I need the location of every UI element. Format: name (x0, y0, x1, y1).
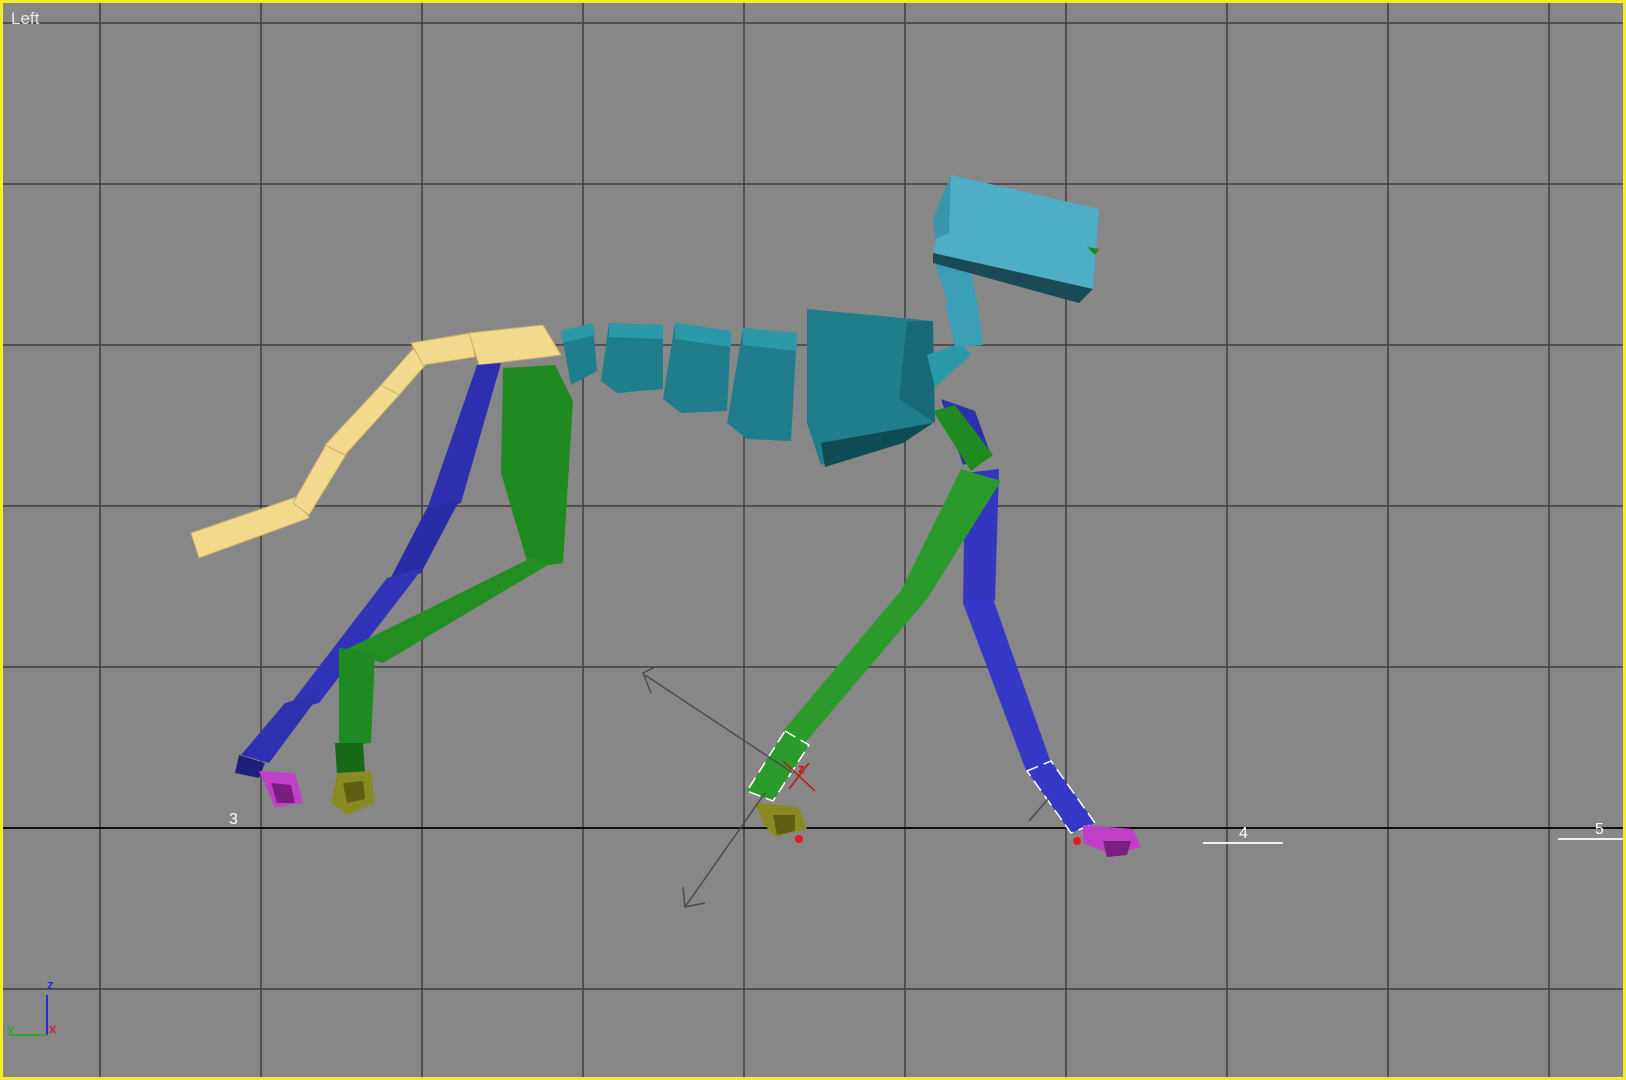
back-right-foot[interactable] (331, 771, 375, 815)
viewport-label[interactable]: Left (11, 9, 39, 29)
pivot-marker-front-left (1073, 837, 1081, 845)
front-left-leg[interactable] (941, 399, 1097, 834)
back-left-foot[interactable] (259, 771, 303, 807)
axis-y-label: y (7, 1021, 15, 1036)
front-left-foot[interactable] (1083, 825, 1141, 857)
frame-marker-4: 4 (1239, 825, 1248, 842)
neck[interactable] (927, 259, 983, 387)
viewport-canvas[interactable] (3, 3, 1623, 1077)
frame-marker-5: 5 (1595, 821, 1604, 838)
pivot-marker-front-right (795, 835, 803, 843)
frame-marker-3: 3 (229, 811, 238, 828)
front-right-foot[interactable] (755, 803, 807, 837)
gizmo-z-label: z (798, 761, 805, 776)
axis-tripod (11, 995, 48, 1036)
spine[interactable] (561, 309, 935, 467)
axis-x-label: x (49, 1021, 57, 1036)
transform-gizmo[interactable] (642, 666, 1050, 908)
axis-z-label: z (47, 977, 54, 992)
viewport-left[interactable]: Left 3 4 5 z z x y (0, 0, 1626, 1080)
